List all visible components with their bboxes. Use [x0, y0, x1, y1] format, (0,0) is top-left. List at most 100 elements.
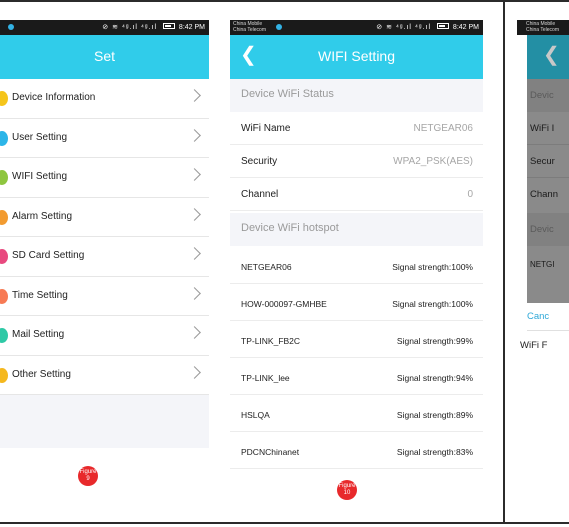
- status-label: Security: [241, 156, 278, 167]
- hotspot-signal: Signal strength:99%: [396, 336, 473, 346]
- menu-item-label: User Setting: [12, 131, 68, 143]
- menu-item-device-information[interactable]: Device Information: [0, 79, 209, 119]
- status-label: WiFi Name: [241, 123, 291, 134]
- menu-item-alarm-setting[interactable]: Alarm Setting: [0, 197, 209, 237]
- menu-item-label: Alarm Setting: [12, 210, 73, 222]
- menu-item-wifi-setting[interactable]: WIFI Setting: [0, 158, 209, 198]
- carrier-line-2: China Telecom: [233, 27, 266, 33]
- chevron-right-icon: [188, 365, 201, 379]
- nav-bar: ❮ WIFI Setting: [230, 35, 483, 79]
- other-settings-icon: [0, 367, 8, 383]
- carrier-label: China Mobile China Telecom: [233, 21, 266, 33]
- figure-10-badge: Figure 10: [337, 480, 357, 500]
- dimmed-row: Secur: [527, 145, 569, 178]
- chevron-right-icon: [188, 326, 201, 339]
- menu-item-label: WIFI Setting: [12, 171, 68, 182]
- set-screen: ⊘ ≋ ⁴ᵍ.ıl ⁴ᵍ.ıl 8:42 PM Set Device Infor…: [0, 20, 209, 448]
- hotspot-signal: Signal strength:100%: [392, 299, 473, 309]
- hotspot-name: HSLQA: [241, 410, 270, 420]
- cancel-button[interactable]: Canc: [527, 311, 549, 322]
- nav-bar: Set: [0, 35, 209, 79]
- hotspot-row[interactable]: TP-LINK_lee Signal strength:94%: [230, 361, 483, 395]
- clock-icon: [0, 288, 8, 304]
- app-notification-icon: [8, 24, 14, 30]
- menu-item-time-setting[interactable]: Time Setting: [0, 276, 209, 316]
- figure-word: Figure: [79, 469, 97, 475]
- signal-icon: ⊘ ≋ ⁴ᵍ.ıl ⁴ᵍ.ıl: [102, 24, 158, 31]
- hotspot-signal: Signal strength:100%: [392, 262, 473, 272]
- device-info-icon: [0, 91, 8, 106]
- channel-row: Channel 0: [230, 178, 483, 211]
- status-value: NETGEAR06: [413, 123, 473, 134]
- figure-word: Figure: [338, 483, 356, 489]
- status-bar: China Mobile China Telecom ⊘ ≋ ⁴ᵍ.ıl ⁴ᵍ.…: [230, 20, 483, 35]
- menu-item-label: SD Card Setting: [12, 250, 85, 261]
- menu-empty-area: [0, 395, 209, 448]
- menu-item-sd-card-setting[interactable]: SD Card Setting: [0, 237, 209, 277]
- chevron-right-icon: [188, 89, 201, 102]
- carrier-label: China Mobile China Telecom: [526, 21, 559, 33]
- page-title: Set: [93, 48, 115, 64]
- wifi-password-label: WiFi F: [520, 340, 548, 351]
- hotspot-row[interactable]: HOW-000097-GMHBE Signal strength:100%: [230, 287, 483, 321]
- hotspot-name: HOW-000097-GMHBE: [241, 299, 327, 309]
- status-label: Channel: [241, 189, 279, 200]
- menu-item-label: Mail Setting: [12, 329, 65, 340]
- status-value: 0: [467, 189, 473, 200]
- nav-bar-dimmed: ❮: [527, 35, 569, 79]
- frame-divider-line: [503, 0, 505, 524]
- mail-icon: [0, 328, 8, 343]
- security-row: Security WPA2_PSK(AES): [230, 145, 483, 178]
- menu-item-other-setting[interactable]: Other Setting: [0, 355, 209, 395]
- chevron-right-icon: [188, 207, 201, 221]
- back-arrow-icon: ❮: [543, 44, 560, 66]
- dimmed-row: NETGI: [530, 260, 555, 269]
- battery-icon: [436, 23, 449, 30]
- hotspot-row[interactable]: TP-LINK_FB2C Signal strength:99%: [230, 324, 483, 358]
- status-bar: China Mobile China Telecom: [517, 20, 569, 35]
- dimmed-row: Chann: [530, 189, 558, 200]
- status-right: ⊘ ≋ ⁴ᵍ.ıl ⁴ᵍ.ıl 8:42 PM: [102, 23, 205, 31]
- hotspot-row[interactable]: NETGEAR06 Signal strength:100%: [230, 250, 483, 284]
- status-bar: ⊘ ≋ ⁴ᵍ.ıl ⁴ᵍ.ıl 8:42 PM: [0, 20, 209, 35]
- dimmed-section-header: Devic: [527, 79, 569, 112]
- app-notification-icon: [276, 24, 282, 30]
- hotspot-name: PDCNChinanet: [241, 447, 300, 457]
- wifi-setting-screen: China Mobile China Telecom ⊘ ≋ ⁴ᵍ.ıl ⁴ᵍ.…: [230, 20, 483, 474]
- status-right: ⊘ ≋ ⁴ᵍ.ıl ⁴ᵍ.ıl 8:42 PM: [376, 23, 479, 31]
- menu-item-user-setting[interactable]: User Setting: [0, 118, 209, 158]
- hotspot-name: TP-LINK_lee: [241, 373, 290, 383]
- section-header-wifi-hotspot: Device WiFi hotspot: [230, 213, 483, 246]
- alarm-icon: [0, 209, 8, 225]
- sd-card-icon: [0, 249, 8, 264]
- figure-number: 10: [343, 490, 351, 496]
- signal-icon: ⊘ ≋ ⁴ᵍ.ıl ⁴ᵍ.ıl: [376, 24, 432, 31]
- dialog-divider: [527, 330, 569, 331]
- figure-number: 9: [86, 476, 90, 482]
- page-title: WIFI Setting: [317, 48, 396, 64]
- wifi-password-dialog-screen: China Mobile China Telecom ❮ Devic WiFi …: [517, 20, 569, 440]
- menu-item-label: Time Setting: [12, 289, 68, 301]
- chevron-right-icon: [188, 286, 201, 300]
- menu-item-mail-setting[interactable]: Mail Setting: [0, 316, 209, 356]
- hotspot-row[interactable]: HSLQA Signal strength:89%: [230, 398, 483, 432]
- menu-item-label: Other Setting: [12, 368, 71, 380]
- dimmed-section-header: Devic: [527, 213, 569, 246]
- frame-top-line: [0, 0, 569, 2]
- chevron-right-icon: [188, 128, 201, 142]
- frame-bottom-line: [0, 522, 569, 524]
- status-value: WPA2_PSK(AES): [393, 156, 473, 167]
- hotspot-signal: Signal strength:94%: [396, 373, 473, 383]
- wifi-icon: [0, 170, 8, 185]
- settings-menu: Device Information User Setting WIFI Set…: [0, 79, 209, 395]
- status-time: 8:42 PM: [178, 24, 205, 31]
- status-time: 8:42 PM: [452, 24, 479, 31]
- dimmed-row: WiFi I: [527, 112, 569, 145]
- chevron-right-icon: [188, 168, 201, 181]
- hotspot-name: TP-LINK_FB2C: [241, 336, 301, 346]
- hotspot-row[interactable]: PDCNChinanet Signal strength:83%: [230, 435, 483, 469]
- wifi-name-row: WiFi Name NETGEAR06: [230, 112, 483, 145]
- section-header-wifi-status: Device WiFi Status: [230, 79, 483, 112]
- dimmed-content: Devic WiFi I Secur Chann Devic NETGI: [527, 79, 569, 303]
- chevron-right-icon: [188, 247, 201, 260]
